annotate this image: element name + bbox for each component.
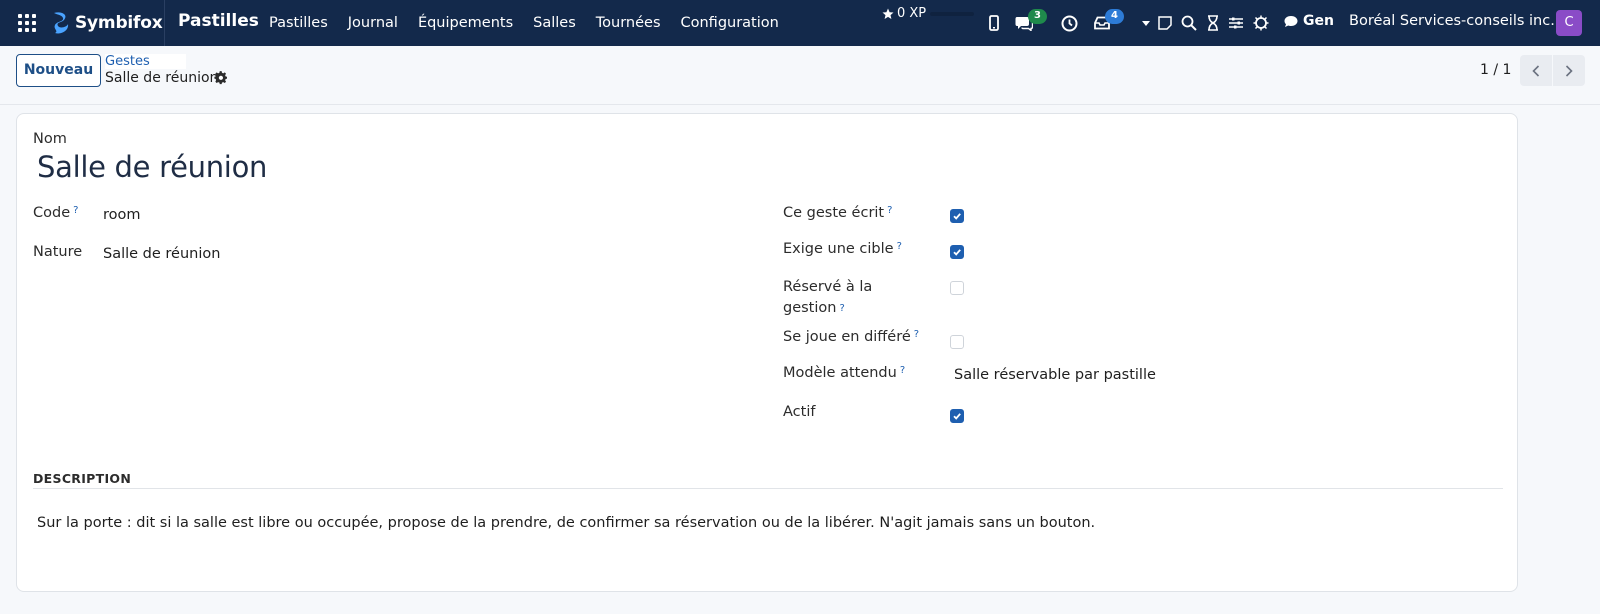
cible-label: Exige une cible? [783, 241, 902, 257]
differe-label: Se joue en différé? [783, 329, 919, 345]
menu-item-pastilles[interactable]: Pastilles [259, 15, 338, 31]
ecrit-label: Ce geste écrit? [783, 205, 892, 221]
company-switcher[interactable]: Boréal Services-conseils inc. [1349, 13, 1555, 29]
top-navbar: Symbifox Pastilles Pastilles Journal Équ… [0, 0, 1600, 46]
help-icon[interactable]: ? [900, 365, 905, 376]
messages-count-badge: 3 [1028, 9, 1047, 24]
star-icon [882, 8, 894, 19]
sliders-icon[interactable] [1228, 0, 1244, 46]
brand-name: Symbifox [75, 13, 163, 33]
control-panel: Nouveau Gestes Salle de réunion 1 / 1 [0, 46, 1600, 105]
help-icon[interactable]: ? [897, 241, 902, 252]
avatar[interactable]: C [1556, 10, 1582, 36]
chevron-right-icon [1565, 64, 1573, 77]
gen-button[interactable]: Gen [1284, 13, 1334, 29]
breadcrumb-parent[interactable]: Gestes [105, 54, 186, 69]
bug-icon[interactable] [1252, 0, 1270, 46]
form-sheet: Nom Salle de réunion Code? room Nature S… [16, 113, 1518, 592]
help-icon[interactable]: ? [73, 205, 78, 216]
nature-label: Nature [33, 244, 83, 260]
menu-item-salles[interactable]: Salles [523, 15, 586, 31]
gestion-label-text-2: gestion [783, 300, 837, 316]
model-field[interactable]: Salle réservable par pastille [954, 367, 1156, 383]
gear-icon[interactable] [214, 71, 228, 85]
caret-down-icon[interactable] [1140, 0, 1152, 46]
search-icon[interactable] [1180, 0, 1198, 46]
pager-previous-button[interactable] [1520, 55, 1552, 86]
pager-next-button[interactable] [1553, 55, 1585, 86]
nature-field[interactable]: Salle de réunion [103, 246, 220, 262]
differe-checkbox[interactable] [950, 335, 964, 349]
activities-count-badge: 4 [1105, 9, 1124, 24]
xp-progress-bar [930, 12, 974, 16]
active-checkbox[interactable] [950, 409, 964, 423]
phone-icon[interactable] [986, 0, 1002, 46]
cible-label-text: Exige une cible [783, 241, 894, 257]
chat-bubble-icon [1284, 15, 1298, 27]
menu-item-tournees[interactable]: Tournées [586, 15, 671, 31]
brand-logo-icon [54, 12, 69, 34]
help-icon[interactable]: ? [887, 205, 892, 216]
code-label-text: Code [33, 205, 71, 221]
checkmark-icon [953, 413, 961, 420]
gestion-label-text-1: Réservé à la [783, 279, 873, 295]
gestion-checkbox[interactable] [950, 281, 964, 295]
description-section-title: DESCRIPTION [33, 471, 132, 486]
new-button[interactable]: Nouveau [16, 54, 101, 87]
gen-label: Gen [1303, 13, 1334, 29]
name-field[interactable]: Salle de réunion [37, 150, 267, 184]
app-title[interactable]: Pastilles [178, 11, 259, 31]
checkmark-icon [953, 213, 961, 220]
breadcrumb-current: Salle de réunion [105, 70, 219, 86]
menu-item-configuration[interactable]: Configuration [671, 15, 789, 31]
code-field[interactable]: room [103, 207, 141, 223]
xp-value: 0 XP [897, 6, 927, 21]
code-label: Code? [33, 205, 78, 221]
apps-icon[interactable] [18, 14, 36, 32]
brand: Symbifox [50, 10, 163, 36]
xp-indicator[interactable]: 0 XP [882, 6, 926, 21]
gestion-label: Réservé à la gestion? [783, 277, 872, 319]
pager-value[interactable]: 1 / 1 [1480, 62, 1511, 78]
model-label-text: Modèle attendu [783, 365, 897, 381]
ecrit-checkbox[interactable] [950, 209, 964, 223]
section-divider [33, 488, 1503, 489]
ecrit-label-text: Ce geste écrit [783, 205, 885, 221]
description-field[interactable]: Sur la porte : dit si la salle est libre… [37, 515, 1095, 531]
checkmark-icon [953, 249, 961, 256]
menu-item-journal[interactable]: Journal [338, 15, 408, 31]
name-label: Nom [33, 131, 67, 147]
active-label: Actif [783, 404, 816, 420]
main-menu: Pastilles Journal Équipements Salles Tou… [259, 0, 789, 46]
menu-item-equipements[interactable]: Équipements [408, 15, 523, 31]
cible-checkbox[interactable] [950, 245, 964, 259]
hourglass-icon[interactable] [1205, 0, 1221, 46]
model-label: Modèle attendu? [783, 365, 905, 381]
clock-icon[interactable] [1060, 0, 1078, 46]
navbar-divider [164, 0, 165, 46]
chevron-left-icon [1532, 64, 1540, 77]
differe-label-text: Se joue en différé [783, 329, 911, 345]
note-icon[interactable] [1156, 0, 1174, 46]
help-icon[interactable]: ? [914, 329, 919, 340]
help-icon[interactable]: ? [839, 303, 844, 314]
